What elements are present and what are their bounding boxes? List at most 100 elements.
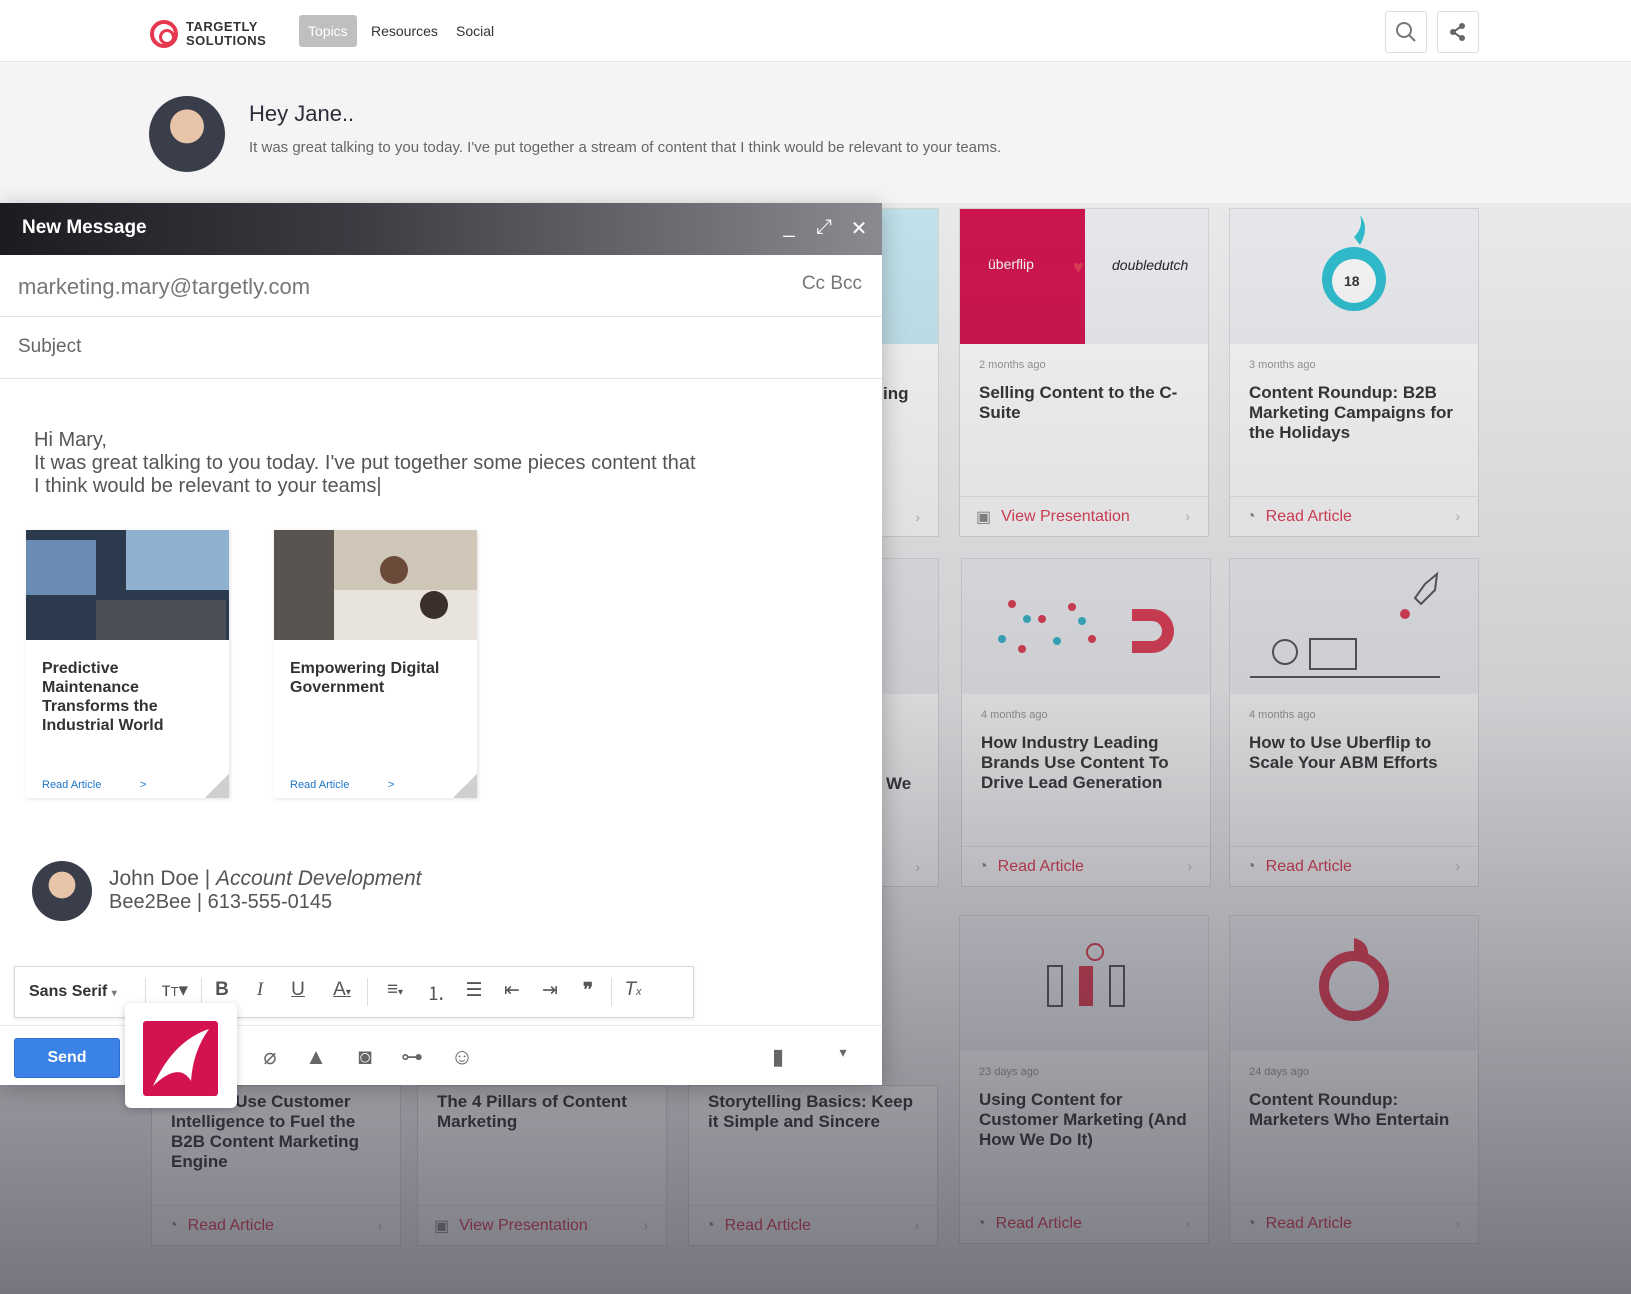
rss-icon: ◔ (978, 857, 988, 875)
chevron-right-icon: > (388, 779, 395, 791)
heart-icon: ♥ (1073, 257, 1084, 277)
rss-icon: ◔ (705, 1216, 715, 1234)
nav-resources[interactable]: Resources (362, 15, 447, 47)
numbered-list-icon[interactable]: ⒈ (423, 979, 449, 1005)
content-card[interactable]: 4 months ago How to Use Uberflip to Scal… (1229, 558, 1479, 887)
drive-icon[interactable]: ▲ (302, 1044, 330, 1070)
card-action-link[interactable]: Read Article (1266, 508, 1352, 526)
message-body[interactable]: Hi Mary, It was great talking to you tod… (34, 429, 696, 498)
font-family-select[interactable]: Sans Serif ▾ (29, 983, 117, 1001)
nav-social[interactable]: Social (447, 15, 503, 47)
indent-more-icon[interactable]: ⇥ (537, 979, 563, 1005)
content-card[interactable]: The 4 Pillars of Content Marketing ▣ Vie… (417, 1085, 667, 1246)
card-action-link[interactable]: View Presentation (1001, 508, 1130, 526)
card-title: Using Content for Customer Marketing (An… (979, 1090, 1187, 1149)
emoji-icon[interactable]: ☺ (448, 1044, 476, 1070)
share-icon (1450, 23, 1465, 41)
chevron-right-icon: › (1185, 508, 1190, 524)
chevron-right-icon: › (915, 509, 920, 525)
read-article-link[interactable]: Read Article (290, 779, 349, 791)
font-size-icon[interactable]: тT▾ (155, 979, 195, 1005)
close-icon[interactable]: ✕ (847, 216, 871, 241)
send-button[interactable]: Send (14, 1038, 120, 1078)
to-field[interactable]: marketing.mary@targetly.com (18, 274, 310, 300)
compose-title: New Message (22, 217, 147, 238)
card-action-link[interactable]: Read Article (998, 858, 1084, 876)
align-icon[interactable]: ≡▾ (375, 979, 415, 1005)
chevron-right-icon: › (914, 1217, 919, 1233)
share-button[interactable] (1437, 11, 1479, 53)
greeting-text: It was great talking to you today. I've … (249, 139, 1002, 156)
read-article-link[interactable]: Read Article (42, 779, 101, 791)
brand-logo[interactable]: TARGETLY SOLUTIONS (150, 20, 266, 48)
sender-avatar (149, 96, 225, 172)
trash-icon[interactable]: ▮ (764, 1044, 792, 1070)
more-options-icon[interactable]: ▾ (829, 1044, 857, 1061)
target-logo-icon (150, 20, 178, 48)
text-color-icon[interactable]: A▾ (323, 979, 361, 1005)
attach-file-icon[interactable]: ⌀ (256, 1044, 284, 1070)
chevron-right-icon: › (1187, 858, 1192, 874)
signature-name-line: John Doe | Account Development (109, 867, 421, 891)
loop-illustration (1319, 938, 1389, 1021)
body-line: It was great talking to you today. I've … (34, 452, 696, 474)
card-footer[interactable]: ◔ Read Article › (962, 846, 1210, 886)
content-card[interactable]: 18 3 months ago Content Roundup: B2B Mar… (1229, 208, 1479, 537)
extension-logo-button[interactable] (125, 1003, 237, 1108)
card-footer[interactable]: ◔ Read Article › (1230, 496, 1478, 536)
attached-article-card[interactable]: Empowering Digital Government Read Artic… (274, 530, 477, 798)
italic-icon[interactable]: I (249, 979, 271, 1005)
content-card[interactable]: 23 days ago Using Content for Customer M… (959, 915, 1209, 1244)
article-title: Empowering Digital Government (290, 660, 440, 696)
signature-avatar (32, 861, 92, 921)
quote-icon[interactable]: ❞ (575, 979, 601, 1005)
card-date: 2 months ago (979, 359, 1046, 371)
subject-field[interactable]: Subject (18, 336, 81, 358)
content-card[interactable]: Storytelling Basics: Keep it Simple and … (688, 1085, 938, 1246)
card-footer[interactable]: ◔ Read Article › (960, 1203, 1208, 1243)
rss-icon: ◔ (168, 1216, 178, 1234)
card-footer[interactable]: ◔ Read Article › (152, 1205, 400, 1245)
page-fold-icon (453, 774, 477, 798)
content-card[interactable]: Os Can Use Customer Intelligence to Fuel… (151, 1085, 401, 1246)
camera-icon[interactable]: ◙ (351, 1044, 379, 1070)
card-title-fragment: ing (883, 384, 909, 403)
link-icon[interactable]: ⊶ (398, 1044, 426, 1070)
compose-header: New Message _ ⤢ ✕ (0, 203, 882, 255)
card-action-link[interactable]: Read Article (1266, 858, 1352, 876)
card-footer[interactable]: ◔ Read Article › (689, 1205, 937, 1245)
card-date: 23 days ago (979, 1066, 1039, 1078)
brand-line-2: SOLUTIONS (186, 33, 267, 48)
card-action-link[interactable]: View Presentation (459, 1217, 588, 1235)
search-button[interactable] (1385, 11, 1427, 53)
content-card[interactable]: 24 days ago Content Roundup: Marketers W… (1229, 915, 1479, 1244)
card-action-link[interactable]: Read Article (725, 1217, 811, 1235)
card-footer[interactable]: ◔ Read Article › (1230, 1203, 1478, 1243)
magnet-illustration (998, 600, 1174, 653)
minimize-icon[interactable]: _ (777, 216, 801, 239)
article-thumbnail (274, 530, 477, 640)
expand-icon[interactable]: ⤢ (812, 216, 836, 239)
cc-bcc-toggle[interactable]: Cc Bcc (802, 273, 862, 295)
underline-icon[interactable]: U (287, 979, 309, 1005)
card-thumbnail (962, 559, 1210, 694)
card-footer[interactable]: ▣ View Presentation › (418, 1205, 666, 1245)
bulleted-list-icon[interactable]: ☰ (461, 979, 487, 1005)
card-footer[interactable]: ▣ View Presentation › (960, 496, 1208, 536)
nav-topics[interactable]: Topics (299, 15, 357, 47)
card-title: Content Roundup: Marketers Who Entertain (1249, 1090, 1450, 1129)
attached-article-card[interactable]: Predictive Maintenance Transforms the In… (26, 530, 229, 798)
content-card[interactable]: überflip ♥ doubledutch 2 months ago Sell… (959, 208, 1209, 537)
rss-icon: ◔ (1246, 1214, 1256, 1232)
presentation-icon: ▣ (434, 1217, 450, 1235)
indent-less-icon[interactable]: ⇤ (499, 979, 525, 1005)
bold-icon[interactable]: B (211, 979, 233, 1005)
card-action-link[interactable]: Read Article (188, 1217, 274, 1235)
card-action-link[interactable]: Read Article (996, 1215, 1082, 1233)
card-footer[interactable]: ◔ Read Article › (1230, 846, 1478, 886)
card-action-link[interactable]: Read Article (1266, 1215, 1352, 1233)
content-card[interactable]: 4 months ago How Industry Leading Brands… (961, 558, 1211, 887)
clear-formatting-icon[interactable]: Tx (619, 979, 647, 1005)
presentation-icon: ▣ (976, 508, 992, 526)
article-thumbnail (26, 530, 229, 640)
